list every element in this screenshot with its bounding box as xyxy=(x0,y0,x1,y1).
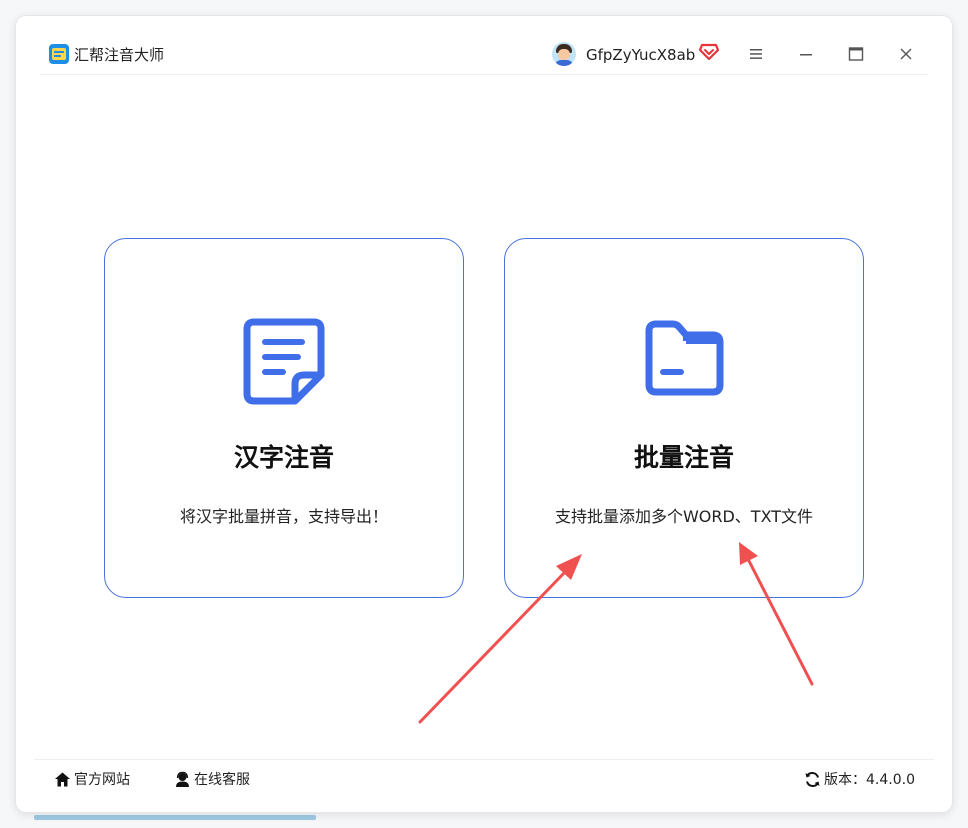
minimize-icon xyxy=(800,54,812,56)
title-bar: 汇帮注音大师 GfpZyYucX8ab xyxy=(40,16,928,75)
menu-icon xyxy=(750,49,762,59)
menu-button[interactable] xyxy=(742,40,770,68)
app-window: 汇帮注音大师 GfpZyYucX8ab 汉字注音 将汉字批量拼音，支持导出！ 批… xyxy=(16,16,952,812)
card-title: 批量注音 xyxy=(633,443,734,472)
vip-diamond-icon[interactable] xyxy=(699,43,719,61)
app-title: 汇帮注音大师 xyxy=(74,46,165,64)
official-site-link[interactable]: 官方网站 xyxy=(54,770,144,790)
folder-icon xyxy=(645,320,724,396)
maximize-icon xyxy=(848,47,864,61)
document-icon xyxy=(243,318,325,405)
card-hanzi-pinyin[interactable]: 汉字注音 将汉字批量拼音，支持导出！ xyxy=(104,238,464,598)
support-icon xyxy=(176,771,189,787)
footer-bar: 官方网站 在线客服 版本：4.4.0.0 xyxy=(34,759,934,800)
card-description: 支持批量添加多个WORD、TXT文件 xyxy=(554,507,814,526)
card-batch-pinyin[interactable]: 批量注音 支持批量添加多个WORD、TXT文件 xyxy=(504,238,864,598)
taskbar-indicator xyxy=(34,815,316,820)
refresh-icon xyxy=(805,772,820,787)
card-title: 汉字注音 xyxy=(233,443,334,472)
user-avatar[interactable] xyxy=(552,42,576,66)
version-label: 版本：4.4.0.0 xyxy=(824,772,915,788)
minimize-button[interactable] xyxy=(792,40,820,68)
official-site-label: 官方网站 xyxy=(74,772,130,788)
username[interactable]: GfpZyYucX8ab xyxy=(586,45,695,65)
app-logo-icon xyxy=(49,44,69,64)
online-service-link[interactable]: 在线客服 xyxy=(174,770,274,790)
close-icon xyxy=(900,48,912,60)
home-icon xyxy=(55,772,70,787)
version-info: 版本：4.4.0.0 xyxy=(804,770,924,790)
maximize-button[interactable] xyxy=(842,40,870,68)
card-description: 将汉字批量拼音，支持导出！ xyxy=(179,507,388,526)
close-button[interactable] xyxy=(892,40,920,68)
online-service-label: 在线客服 xyxy=(194,772,250,788)
